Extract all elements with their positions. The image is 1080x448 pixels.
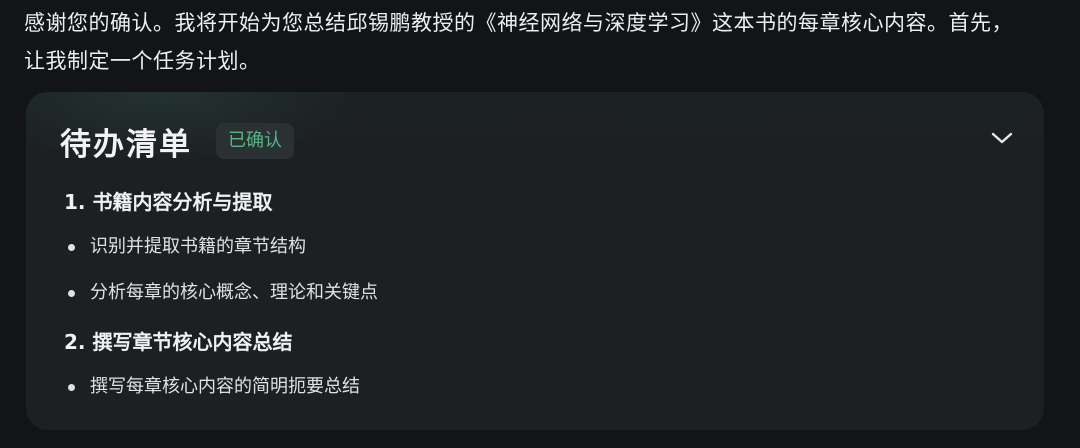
- todo-section: 2. 撰写章节核心内容总结 撰写每章核心内容的简明扼要总结: [64, 320, 1004, 410]
- todo-task-label: 分析每章的核心概念、理论和关键点: [90, 282, 378, 303]
- assistant-message-text: 感谢您的确认。我将开始为您总结邱锡鹏教授的《神经网络与深度学习》这本书的每章核心…: [24, 11, 1013, 73]
- todo-task-label: 识别并提取书籍的章节结构: [90, 236, 306, 257]
- todo-task-item: 分析每章的核心概念、理论和关键点: [64, 270, 1004, 316]
- todo-task-item: 识别并提取书籍的章节结构: [64, 224, 1004, 270]
- status-badge: 已确认: [216, 123, 294, 159]
- todo-section-title: 1. 书籍内容分析与提取: [64, 190, 273, 214]
- chat-page: 感谢您的确认。我将开始为您总结邱锡鹏教授的《神经网络与深度学习》这本书的每章核心…: [0, 0, 1080, 448]
- bullet-icon: [68, 384, 75, 391]
- todo-section-title: 2. 撰写章节核心内容总结: [64, 330, 293, 354]
- collapse-toggle-button[interactable]: [988, 124, 1016, 152]
- todo-card-title: 待办清单: [60, 126, 192, 163]
- bullet-icon: [68, 244, 75, 251]
- todo-card: 待办清单 已确认 1. 书籍内容分析与提取 识别并提取书籍的章节结构 分析每章的…: [26, 92, 1044, 430]
- chevron-down-icon: [991, 132, 1013, 144]
- todo-section: 1. 书籍内容分析与提取 识别并提取书籍的章节结构 分析每章的核心概念、理论和关…: [64, 180, 1004, 316]
- todo-list: 1. 书籍内容分析与提取 识别并提取书籍的章节结构 分析每章的核心概念、理论和关…: [64, 180, 1004, 410]
- todo-task-label: 撰写每章核心内容的简明扼要总结: [90, 376, 360, 397]
- bullet-icon: [68, 290, 75, 297]
- todo-task-item: 撰写每章核心内容的简明扼要总结: [64, 364, 1004, 410]
- todo-card-header: 待办清单 已确认: [60, 116, 294, 166]
